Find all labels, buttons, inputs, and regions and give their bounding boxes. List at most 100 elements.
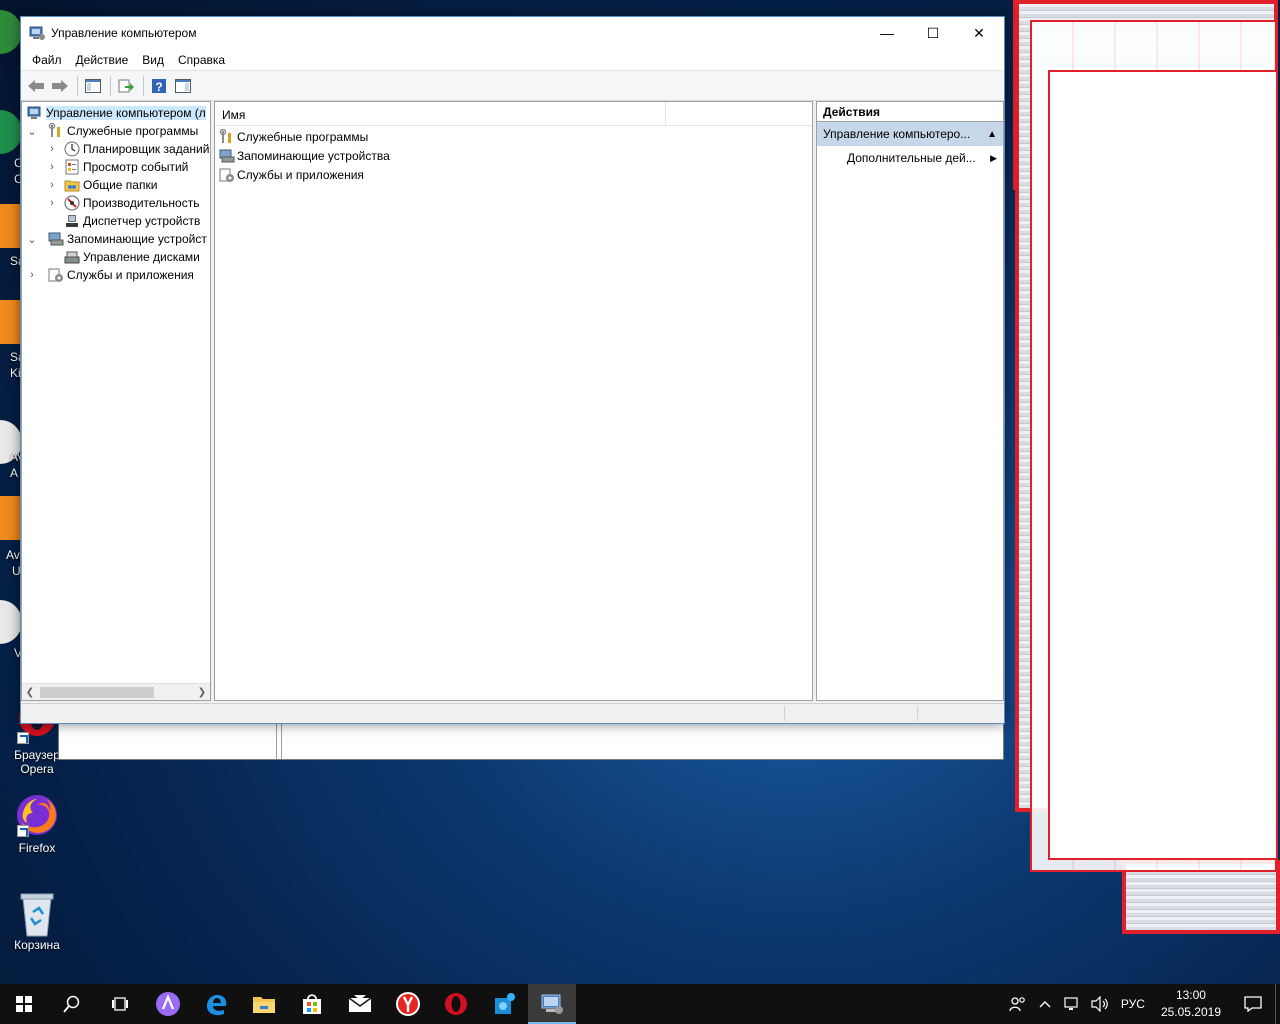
- taskbar-app-blue[interactable]: [480, 984, 528, 1024]
- tree-item-label: Производительность: [83, 196, 200, 210]
- desktop-icon-partial[interactable]: Sa Ki: [0, 300, 22, 382]
- expander-expand-icon[interactable]: ›: [46, 197, 58, 209]
- minimize-button[interactable]: —: [864, 17, 910, 49]
- menu-help[interactable]: Справка: [171, 53, 232, 67]
- blue-gear-app-icon: [495, 993, 515, 1014]
- maximize-button[interactable]: ☐: [910, 17, 956, 49]
- tree-item-label: Служебные программы: [67, 124, 199, 138]
- desktop-icon-partial[interactable]: Av A: [0, 420, 22, 480]
- desktop-icon-recycle-bin[interactable]: Корзина: [1, 890, 73, 952]
- taskbar-store[interactable]: [288, 984, 336, 1024]
- tree-item-shared-folders[interactable]: › Общие папки: [46, 176, 157, 194]
- desktop-icon-label: Корзина: [14, 938, 60, 952]
- search-button[interactable]: [48, 984, 96, 1024]
- list-item[interactable]: Запоминающие устройства: [219, 147, 390, 165]
- search-icon: [63, 995, 80, 1013]
- action-center-button[interactable]: [1231, 984, 1275, 1024]
- menu-view[interactable]: Вид: [135, 53, 171, 67]
- storage-icon: [219, 148, 235, 164]
- shortcut-arrow-icon: [17, 825, 29, 837]
- expander-collapse-icon[interactable]: ⌄: [26, 125, 38, 138]
- taskbar: РУС 13:00 25.05.2019: [0, 984, 1280, 1024]
- help-button[interactable]: ?: [148, 75, 170, 97]
- people-button[interactable]: [1003, 984, 1033, 1024]
- menu-action[interactable]: Действие: [69, 53, 136, 67]
- export-list-button[interactable]: [115, 75, 137, 97]
- tree-item-root[interactable]: Управление компьютером (л: [24, 104, 206, 122]
- system-tray: РУС 13:00 25.05.2019: [1003, 984, 1280, 1024]
- task-view-button[interactable]: [96, 984, 144, 1024]
- action-pane-icon: [175, 78, 191, 93]
- tree-item-label: Запоминающие устройст: [67, 232, 207, 246]
- show-hidden-icons-button[interactable]: [1033, 984, 1057, 1024]
- computer-management-icon: [27, 105, 43, 121]
- expander-expand-icon[interactable]: ›: [46, 161, 58, 173]
- background-window-column: [281, 723, 282, 759]
- network-button[interactable]: [1057, 984, 1085, 1024]
- taskbar-computer-management[interactable]: [528, 984, 576, 1024]
- clock[interactable]: 13:00 25.05.2019: [1151, 987, 1231, 1021]
- tree-item-label: Управление дисками: [83, 250, 200, 264]
- desktop-icon-partial[interactable]: V: [0, 600, 22, 664]
- storage-icon: [48, 231, 64, 247]
- desktop-icon-firefox[interactable]: Firefox: [1, 793, 73, 855]
- background-window[interactable]: [58, 722, 1004, 760]
- expander-expand-icon[interactable]: ›: [26, 269, 38, 281]
- taskbar-mail[interactable]: [336, 984, 384, 1024]
- clock-icon: [64, 141, 80, 157]
- list-item[interactable]: Службы и приложения: [219, 166, 364, 184]
- menu-file[interactable]: Файл: [25, 53, 69, 67]
- close-button[interactable]: ✕: [956, 17, 1002, 49]
- scrollbar-thumb[interactable]: [40, 687, 154, 698]
- tree-item-label: Службы и приложения: [67, 268, 194, 282]
- collapse-up-icon[interactable]: ▲: [987, 129, 997, 140]
- scroll-right-icon[interactable]: ❯: [194, 684, 210, 700]
- action-more-actions[interactable]: Дополнительные дей... ▶: [817, 146, 1003, 170]
- taskbar-opera[interactable]: [432, 984, 480, 1024]
- toolbar-separator: [110, 75, 111, 96]
- language-indicator[interactable]: РУС: [1115, 984, 1151, 1024]
- column-divider[interactable]: [665, 102, 666, 126]
- expander-collapse-icon[interactable]: ⌄: [26, 233, 38, 246]
- tree-item-task-scheduler[interactable]: › Планировщик заданий: [46, 140, 209, 158]
- taskbar-edge[interactable]: [192, 984, 240, 1024]
- menu-bar: Файл Действие Вид Справка: [21, 49, 1004, 71]
- list-item[interactable]: Служебные программы: [219, 128, 368, 146]
- show-hide-tree-button[interactable]: [82, 75, 104, 97]
- expander-expand-icon[interactable]: ›: [46, 143, 58, 155]
- column-header-name[interactable]: Имя: [222, 108, 245, 122]
- desktop-icon-partial[interactable]: Sa: [0, 204, 22, 272]
- show-hide-action-pane-button[interactable]: [172, 75, 194, 97]
- clock-date: 25.05.2019: [1160, 1005, 1221, 1019]
- expander-expand-icon[interactable]: ›: [46, 179, 58, 191]
- scroll-left-icon[interactable]: ❮: [22, 684, 38, 700]
- tree-horizontal-scrollbar[interactable]: ❮ ❯: [22, 683, 210, 700]
- forward-button[interactable]: [49, 75, 71, 97]
- network-icon: [1064, 997, 1078, 1010]
- console-tree-icon: [85, 78, 101, 93]
- desktop-icon-partial[interactable]: C C: [0, 110, 22, 190]
- tree-item-disk-management[interactable]: Управление дисками: [46, 248, 200, 266]
- desktop-icon-partial[interactable]: Av U: [0, 496, 22, 578]
- start-button[interactable]: [0, 984, 48, 1024]
- services-icon: [219, 167, 235, 183]
- ghost-window: [1048, 70, 1278, 860]
- actions-section-computer-management[interactable]: Управление компьютеро... ▲: [817, 122, 1003, 146]
- tree-item-storage[interactable]: ⌄ Запоминающие устройст: [26, 230, 207, 248]
- tree-item-event-viewer[interactable]: › Просмотр событий: [46, 158, 188, 176]
- taskbar-yandex-browser[interactable]: [384, 984, 432, 1024]
- show-desktop-button[interactable]: [1275, 984, 1280, 1024]
- volume-button[interactable]: [1085, 984, 1115, 1024]
- tree-item-device-manager[interactable]: Диспетчер устройств: [46, 212, 200, 230]
- tree-item-system-tools[interactable]: ⌄ Служебные программы: [26, 122, 198, 140]
- taskbar-file-explorer[interactable]: [240, 984, 288, 1024]
- desktop-icon-partial[interactable]: [0, 10, 22, 60]
- performance-icon: [64, 195, 80, 211]
- tree-item-services-apps[interactable]: › Службы и приложения: [26, 266, 194, 284]
- title-bar[interactable]: Управление компьютером — ☐ ✕: [21, 17, 1004, 49]
- chevron-up-icon: [1039, 1001, 1051, 1008]
- mail-envelope-icon: [348, 995, 372, 1012]
- taskbar-alice-assistant[interactable]: [144, 984, 192, 1024]
- tree-item-performance[interactable]: › Производительность: [46, 194, 199, 212]
- back-button[interactable]: [25, 75, 47, 97]
